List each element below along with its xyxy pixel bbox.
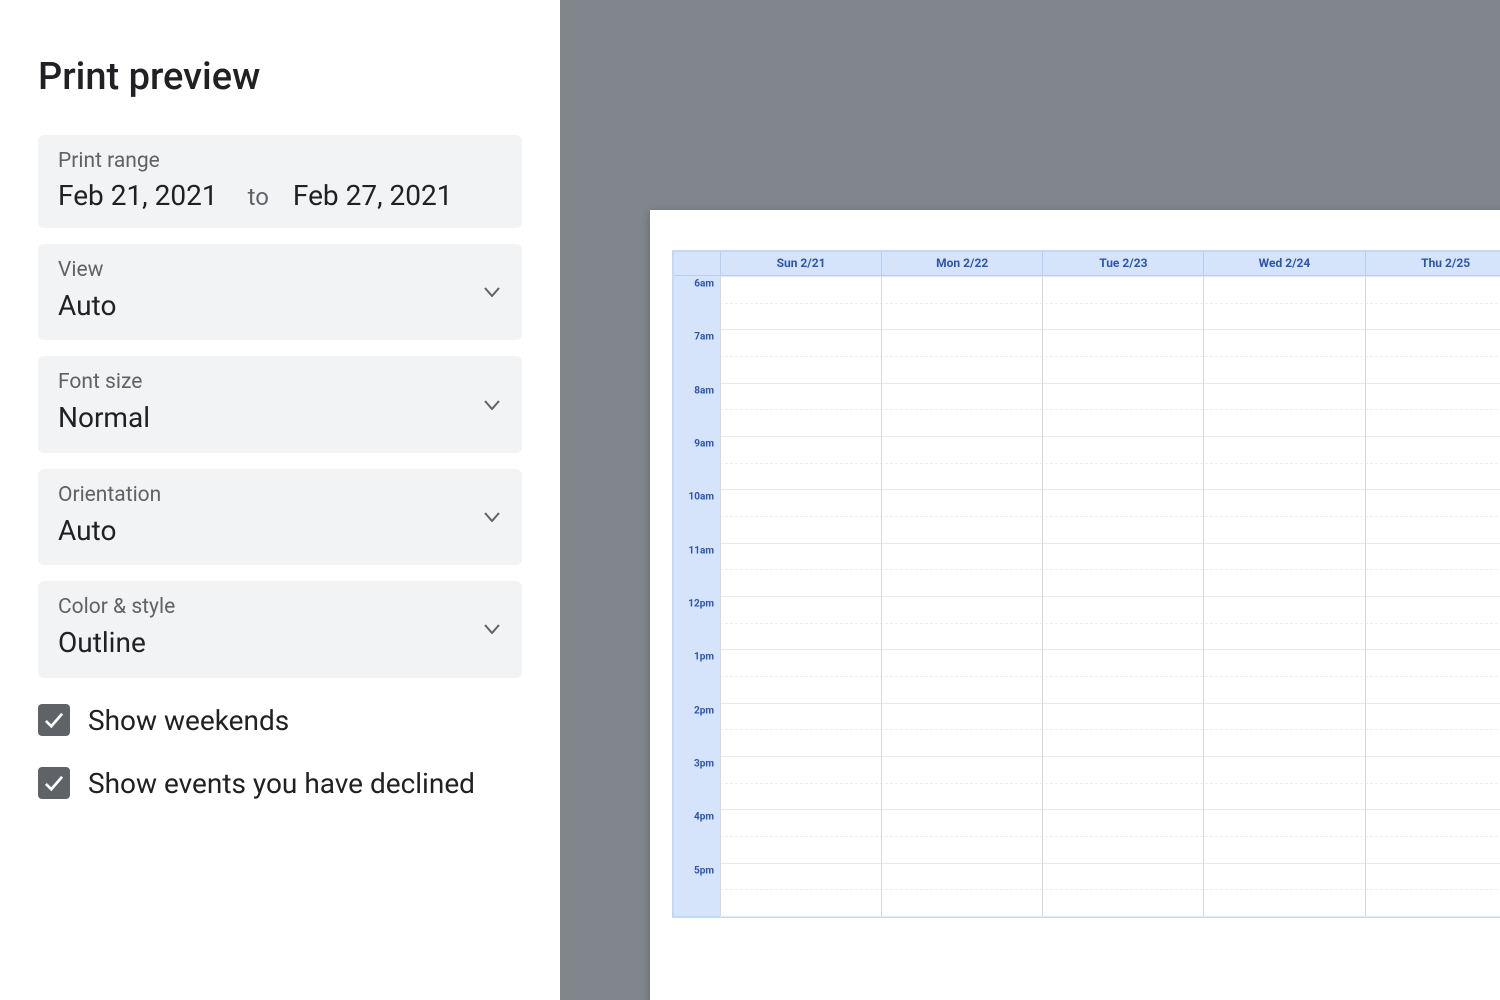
header-gutter — [674, 252, 720, 275]
font-size-value: Normal — [58, 400, 502, 436]
font-size-label: Font size — [58, 370, 502, 394]
view-select[interactable]: View Auto — [38, 244, 522, 340]
print-range-field[interactable]: Print range Feb 21, 2021 to Feb 27, 2021 — [38, 135, 522, 228]
view-label: View — [58, 258, 502, 282]
time-gutter: 6am 7am 8am 9am 10am 11am 12pm 1pm 2pm 3pm 4pm 5pm — [674, 276, 720, 916]
chevron-down-icon — [484, 512, 500, 522]
show-weekends-label: Show weekends — [88, 704, 289, 737]
time-label: 8am — [694, 385, 714, 396]
time-label: 5pm — [694, 865, 714, 876]
day-header: Tue 2/23 — [1042, 252, 1203, 275]
time-label: 3pm — [694, 759, 714, 770]
day-column — [1365, 276, 1500, 916]
time-label: 4pm — [694, 812, 714, 823]
time-label: 1pm — [694, 652, 714, 663]
print-range-value: Feb 21, 2021 to Feb 27, 2021 — [58, 179, 502, 212]
orientation-select[interactable]: Orientation Auto — [38, 469, 522, 565]
day-header: Thu 2/25 — [1365, 252, 1500, 275]
day-column — [1203, 276, 1364, 916]
preview-area: Sun 2/21Mon 2/22Tue 2/23Wed 2/24Thu 2/25… — [560, 0, 1500, 1000]
color-style-select[interactable]: Color & style Outline — [38, 581, 522, 677]
day-column — [720, 276, 881, 916]
day-header: Sun 2/21 — [720, 252, 881, 275]
range-from: Feb 21, 2021 — [58, 179, 218, 212]
color-style-label: Color & style — [58, 595, 502, 619]
show-declined-checkbox[interactable] — [38, 767, 70, 799]
range-to: Feb 27, 2021 — [293, 179, 453, 212]
range-to-word: to — [248, 183, 269, 211]
chevron-down-icon — [484, 400, 500, 410]
print-settings-sidebar: Print preview Print range Feb 21, 2021 t… — [0, 0, 560, 1000]
show-declined-label: Show events you have declined — [88, 767, 475, 800]
time-label: 6am — [694, 279, 714, 290]
chevron-down-icon — [484, 624, 500, 634]
orientation-value: Auto — [58, 513, 502, 549]
day-column — [1042, 276, 1203, 916]
time-label: 12pm — [688, 599, 714, 610]
calendar-grid — [720, 276, 1500, 916]
calendar-header: Sun 2/21Mon 2/22Tue 2/23Wed 2/24Thu 2/25… — [674, 252, 1500, 276]
show-weekends-checkbox[interactable] — [38, 704, 70, 736]
show-weekends-row[interactable]: Show weekends — [38, 704, 522, 737]
print-range-label: Print range — [58, 149, 502, 173]
font-size-select[interactable]: Font size Normal — [38, 356, 522, 452]
show-declined-row[interactable]: Show events you have declined — [38, 767, 522, 800]
calendar-body: 6am 7am 8am 9am 10am 11am 12pm 1pm 2pm 3pm 4pm 5pm — [674, 276, 1500, 916]
view-value: Auto — [58, 288, 502, 324]
time-label: 2pm — [694, 705, 714, 716]
orientation-label: Orientation — [58, 483, 502, 507]
time-label: 11am — [689, 545, 715, 556]
chevron-down-icon — [484, 287, 500, 297]
hour-line — [720, 916, 1500, 917]
preview-page: Sun 2/21Mon 2/22Tue 2/23Wed 2/24Thu 2/25… — [650, 210, 1500, 1000]
calendar-preview: Sun 2/21Mon 2/22Tue 2/23Wed 2/24Thu 2/25… — [672, 250, 1500, 918]
day-column — [881, 276, 1042, 916]
color-style-value: Outline — [58, 625, 502, 661]
day-header: Wed 2/24 — [1203, 252, 1364, 275]
time-label: 9am — [694, 439, 714, 450]
day-header: Mon 2/22 — [881, 252, 1042, 275]
page-title: Print preview — [38, 55, 522, 99]
time-label: 10am — [689, 492, 715, 503]
time-label: 7am — [694, 332, 714, 343]
